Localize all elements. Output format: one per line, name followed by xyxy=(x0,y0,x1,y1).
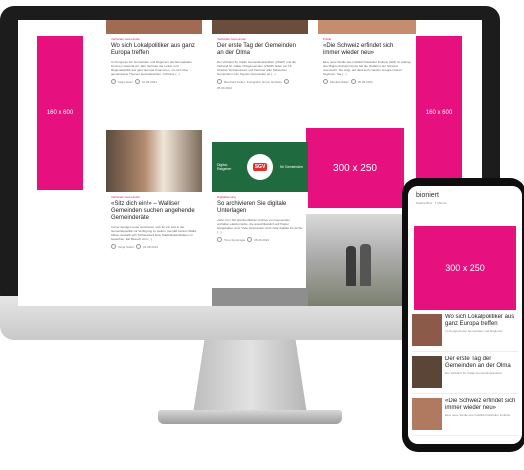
article-category: Verbände Gemeinden xyxy=(111,37,141,41)
banner-label-right: für Gemeinden xyxy=(279,165,303,169)
mobile-item-title[interactable]: «Die Schweiz erfindet sich immer wieder … xyxy=(445,398,518,412)
ad-banner-right[interactable]: 160 x 600 xyxy=(416,36,462,190)
article-card[interactable]: Digital-Ratgeber SGV für Gemeinden Digit… xyxy=(212,142,308,284)
article-card[interactable]: Verbände Gemeinden Der erste Tag der Gem… xyxy=(212,20,308,126)
article-category: Digitalisierung xyxy=(217,195,236,199)
mobile-article-header: bioniert Nadine Böni 1 Minute xyxy=(408,186,522,220)
mobile-list-item[interactable]: «Die Schweiz erfindet sich immer wieder … xyxy=(412,398,518,436)
article-title[interactable]: Der erste Tag der Gemeinden an der Olma xyxy=(217,43,303,57)
article-author: Bernhard Keller xyxy=(224,79,245,84)
article-photo-strip xyxy=(212,288,308,306)
mobile-article-author: Nadine Böni xyxy=(416,201,433,205)
clock-icon xyxy=(284,79,290,84)
article-author: Monika Müller xyxy=(330,79,349,84)
article-category: Politik xyxy=(323,37,332,41)
article-card[interactable]: Politik «Die Schweiz erfindet sich immer… xyxy=(318,20,416,120)
article-title[interactable]: So archivieren Sie digitale Unterlagen xyxy=(217,201,303,215)
article-image xyxy=(106,130,202,192)
mobile-list-item[interactable]: Der erste Tag der Gemeinden an der Olma … xyxy=(412,356,518,394)
article-teaser: «Wer zum Teil pfarrkundlichen Archive vo… xyxy=(217,218,303,234)
mobile-ad-banner[interactable]: 300 x 250 xyxy=(414,226,516,310)
mobile-article-title[interactable]: bioniert xyxy=(416,192,514,199)
article-image xyxy=(106,20,202,34)
banner-label-left: Digital-Ratgeber xyxy=(217,163,232,171)
ad-banner-square[interactable]: 300 x 250 xyxy=(306,128,404,208)
mobile-thumbnail xyxy=(412,356,442,388)
mobile-item-title[interactable]: Wo sich Lokalpolitiker aus ganz Europa t… xyxy=(445,314,518,328)
article-meta: Tanja Sutter 01.08.2024 xyxy=(111,244,197,249)
article-teaser: Im Kongress der Gemeinden und Regionen d… xyxy=(111,60,192,76)
person-silhouette xyxy=(346,246,356,286)
article-date: 05.09.2024 xyxy=(357,79,373,84)
article-author: Katja Suter xyxy=(118,79,133,84)
article-image xyxy=(318,20,416,34)
mobile-screen: bioniert Nadine Böni 1 Minute 300 x 250 … xyxy=(408,186,522,444)
article-title[interactable]: «Die Schweiz erfindet sich immer wieder … xyxy=(323,43,411,57)
article-card[interactable]: Verbände Gemeinden Wo sich Lokalpolitike… xyxy=(106,20,202,126)
user-icon xyxy=(323,79,328,84)
article-date: 05.09.2024 xyxy=(217,86,233,90)
mobile-item-title[interactable]: Der erste Tag der Gemeinden an der Olma xyxy=(445,356,518,370)
mobile-phone: bioniert Nadine Böni 1 Minute 300 x 250 … xyxy=(402,178,524,452)
article-author: Tanja Sutter xyxy=(118,244,135,249)
mobile-item-meta: Im Kongress der Gemeinden und Regionen xyxy=(445,329,503,333)
mobile-thumbnail xyxy=(412,314,442,346)
clock-icon xyxy=(247,237,253,242)
sgv-badge: SGV xyxy=(252,163,268,171)
clock-icon xyxy=(136,244,142,249)
article-author: Timo Sommaga xyxy=(224,237,246,242)
monitor-stand-neck xyxy=(193,340,307,414)
mobile-list-item[interactable]: Wo sich Lokalpolitiker aus ganz Europa t… xyxy=(412,314,518,352)
article-meta: Katja Suter 10.06.2024 xyxy=(111,79,197,84)
article-photographer: Fotografin: Nemo Gentiste xyxy=(246,79,283,84)
article-meta: Monika Müller 05.09.2024 xyxy=(323,79,411,84)
article-banner: Digital-Ratgeber SGV für Gemeinden xyxy=(212,142,308,192)
article-teaser: Immer weniger Leute sind bereit, sich fü… xyxy=(111,225,197,241)
user-icon xyxy=(111,79,116,84)
article-date: 05.09.2024 xyxy=(254,237,270,242)
article-title[interactable]: Wo sich Lokalpolitiker aus ganz Europa t… xyxy=(111,43,197,57)
article-date: 10.06.2024 xyxy=(141,79,157,84)
mobile-item-meta: Eine neue Studie des Gottlieb Duttweiler… xyxy=(445,413,511,417)
user-icon xyxy=(217,79,222,84)
clock-icon xyxy=(350,79,356,84)
article-photo-people[interactable] xyxy=(306,214,404,306)
user-icon xyxy=(217,237,222,242)
article-meta: Bernhard Keller Fotografin: Nemo Gentist… xyxy=(217,79,303,90)
mobile-thumbnail xyxy=(412,398,442,430)
article-title[interactable]: «Sitz dich ein!» – Walliser Gemeinden su… xyxy=(111,201,197,222)
article-category: Verbände Gemeinden xyxy=(111,195,141,199)
person-silhouette xyxy=(360,244,371,286)
article-card[interactable]: Verbände Gemeinden «Sitz dich ein!» – Wa… xyxy=(106,130,202,280)
article-image xyxy=(212,20,308,34)
monitor-stand-foot xyxy=(158,410,342,424)
article-teaser: Eine neue Studie des Gottlieb Duttweiler… xyxy=(323,60,411,76)
mobile-article-reading-time: 1 Minute xyxy=(434,201,447,205)
article-category: Verbände Gemeinden xyxy=(217,37,247,41)
mobile-item-meta: Der Verband St. Galler Gemeindepräsidien xyxy=(445,371,503,375)
sgv-logo-icon: SGV xyxy=(247,154,273,180)
article-meta: Timo Sommaga 05.09.2024 xyxy=(217,237,303,242)
clock-icon xyxy=(134,79,140,84)
device-mockup: 160 x 600 160 x 600 300 x 250 Verbände G… xyxy=(0,0,524,470)
article-teaser: Der Verband St. Galler Gemeindepräsidien… xyxy=(217,60,297,76)
ad-banner-left[interactable]: 160 x 600 xyxy=(37,36,83,190)
mobile-article-meta: Nadine Böni 1 Minute xyxy=(416,201,514,205)
user-icon xyxy=(111,244,116,249)
article-date: 01.08.2024 xyxy=(143,244,159,249)
